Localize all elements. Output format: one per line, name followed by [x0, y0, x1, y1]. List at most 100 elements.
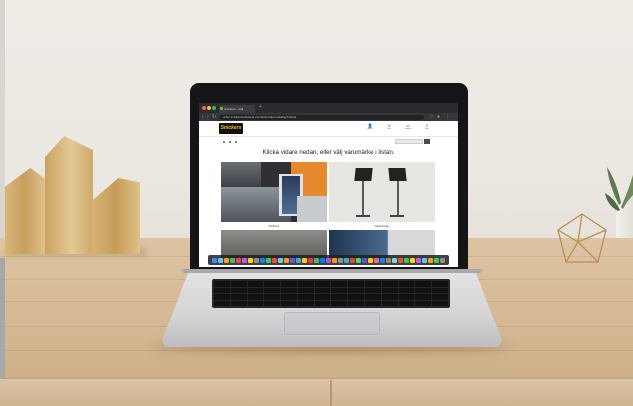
dock-app-icon[interactable] [302, 257, 307, 263]
keyboard-key[interactable] [281, 281, 297, 287]
bookmark-star-icon[interactable]: ☆ [429, 113, 433, 121]
keyboard-key[interactable] [314, 281, 331, 287]
keyboard-key[interactable] [365, 300, 381, 306]
dock-app-icon[interactable] [428, 257, 433, 263]
keyboard-key[interactable] [214, 294, 230, 300]
dock-app-icon[interactable] [440, 257, 445, 263]
keyboard-key[interactable] [415, 287, 432, 293]
keyboard-key[interactable] [432, 281, 448, 287]
keyboard-key[interactable] [264, 281, 281, 287]
dock-app-icon[interactable] [386, 257, 391, 263]
keyboard-key[interactable] [281, 287, 297, 293]
keyboard-key[interactable] [432, 300, 448, 306]
dock-app-icon[interactable] [254, 257, 259, 263]
url-field[interactable]: order.snickersworkwear.com/sv/product-ca… [219, 114, 424, 120]
dock-app-icon[interactable] [416, 257, 421, 263]
browser-tab[interactable]: Snickers - Välj [219, 105, 255, 113]
keyboard-key[interactable] [214, 287, 230, 293]
keyboard-key[interactable] [398, 287, 415, 293]
keyboard-key[interactable] [247, 281, 264, 287]
dock-app-icon[interactable] [332, 257, 337, 263]
home-icon[interactable] [223, 141, 225, 143]
browser-menu-icon[interactable]: ⋮ [445, 113, 450, 121]
dock-app-icon[interactable] [356, 257, 361, 263]
dock-app-icon[interactable] [278, 257, 283, 263]
dock-app-icon[interactable] [296, 257, 301, 263]
keyboard-key[interactable] [247, 287, 264, 293]
dock-app-icon[interactable] [434, 257, 439, 263]
back-icon[interactable]: ‹ [202, 113, 204, 121]
keyboard-key[interactable] [314, 294, 331, 300]
keyboard-key[interactable] [214, 300, 230, 306]
dock-app-icon[interactable] [398, 257, 403, 263]
keyboard-key[interactable] [415, 281, 432, 287]
dock-app-icon[interactable] [230, 257, 235, 263]
keyboard-key[interactable] [264, 287, 281, 293]
keyboard-key[interactable] [381, 300, 398, 306]
digital-display-tile[interactable] [329, 162, 435, 222]
dock-app-icon[interactable] [242, 257, 247, 263]
keyboard-key[interactable] [297, 300, 314, 306]
dock-app-icon[interactable] [320, 257, 325, 263]
keyboard-key[interactable] [297, 287, 314, 293]
dock-app-icon[interactable] [284, 257, 289, 263]
login-button[interactable]: 👤 Logga in [363, 123, 377, 131]
keyboard-key[interactable] [247, 300, 264, 306]
dock-app-icon[interactable] [272, 257, 277, 263]
keyboard-key[interactable] [230, 281, 247, 287]
forward-icon[interactable]: › [207, 113, 209, 121]
keyboard-key[interactable] [230, 287, 247, 293]
minimize-window-icon[interactable] [207, 106, 211, 110]
dock-app-icon[interactable] [248, 257, 253, 263]
keyboard-key[interactable] [214, 281, 230, 287]
close-window-icon[interactable] [202, 106, 206, 110]
extensions-icon[interactable]: ● [437, 113, 440, 121]
keyboard-key[interactable] [432, 287, 448, 293]
nav-icon[interactable] [235, 141, 237, 143]
laptop-keyboard[interactable] [212, 279, 450, 308]
keyboard-key[interactable] [415, 294, 432, 300]
new-tab-icon[interactable]: + [259, 104, 262, 110]
keyboard-key[interactable] [365, 294, 381, 300]
dock-app-icon[interactable] [314, 257, 319, 263]
menu-button[interactable]: ≡ Meny [420, 123, 434, 131]
dock-app-icon[interactable] [338, 257, 343, 263]
dock-app-icon[interactable] [224, 257, 229, 263]
dock-app-icon[interactable] [266, 257, 271, 263]
dock-app-icon[interactable] [404, 257, 409, 263]
keyboard-key[interactable] [381, 281, 398, 287]
keyboard-key[interactable] [348, 294, 365, 300]
dock-app-icon[interactable] [368, 257, 373, 263]
dock-app-icon[interactable] [218, 257, 223, 263]
keyboard-key[interactable] [230, 300, 247, 306]
dock-app-icon[interactable] [410, 257, 415, 263]
product-tile[interactable] [329, 230, 435, 258]
keyboard-key[interactable] [348, 300, 365, 306]
keyboard-key[interactable] [398, 294, 415, 300]
dock-app-icon[interactable] [422, 257, 427, 263]
keyboard-key[interactable] [281, 300, 297, 306]
dock-app-icon[interactable] [212, 257, 217, 263]
keyboard-key[interactable] [247, 294, 264, 300]
keyboard-key[interactable] [348, 287, 365, 293]
keyboard-key[interactable] [365, 287, 381, 293]
dock-app-icon[interactable] [362, 257, 367, 263]
keyboard-key[interactable] [348, 281, 365, 287]
workwear-tile[interactable] [221, 162, 327, 222]
dock-app-icon[interactable] [326, 257, 331, 263]
dock-app-icon[interactable] [290, 257, 295, 263]
reload-icon[interactable]: ↻ [212, 113, 216, 121]
keyboard-key[interactable] [331, 287, 348, 293]
keyboard-key[interactable] [398, 300, 415, 306]
site-logo[interactable]: Snickers [219, 123, 243, 134]
keyboard-key[interactable] [432, 294, 448, 300]
maximize-window-icon[interactable] [212, 106, 216, 110]
search-button[interactable] [424, 139, 430, 144]
share-button[interactable]: ⋖ Dela [382, 123, 396, 131]
keyboard-key[interactable] [415, 300, 432, 306]
dock-app-icon[interactable] [392, 257, 397, 263]
laptop-trackpad[interactable] [284, 312, 380, 335]
keyboard-key[interactable] [365, 281, 381, 287]
product-tile[interactable] [221, 230, 327, 258]
dock-app-icon[interactable] [236, 257, 241, 263]
